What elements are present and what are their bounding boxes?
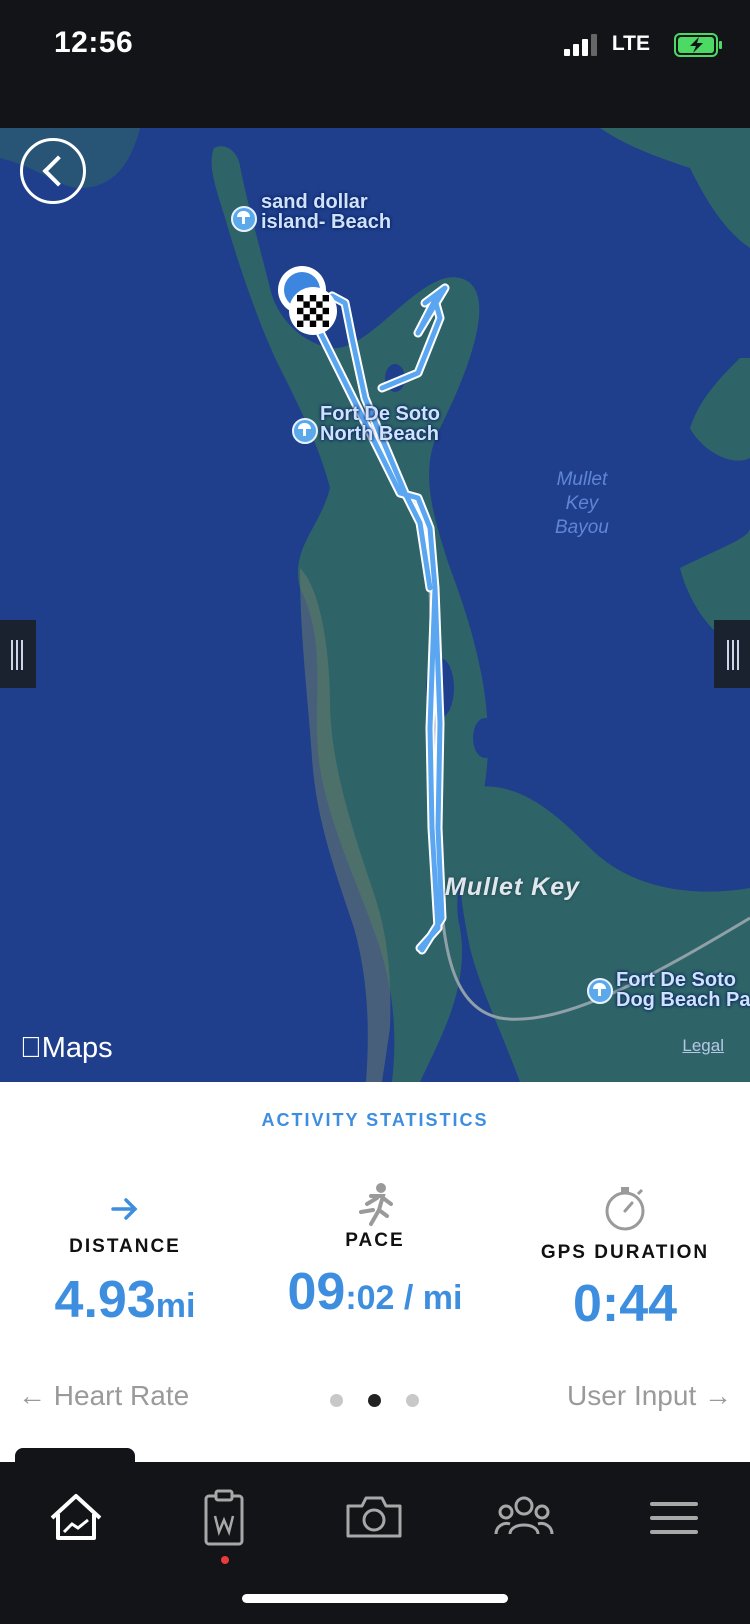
home-indicator[interactable]: [242, 1594, 508, 1603]
pace-stat: PACE 09:02 / mi: [250, 1182, 500, 1322]
back-button[interactable]: [20, 138, 86, 204]
legal-link[interactable]: Legal: [682, 1036, 724, 1056]
beach-poi-icon[interactable]: [587, 978, 613, 1004]
distance-stat: DISTANCE 4.93mi: [0, 1194, 250, 1330]
pager-dot[interactable]: [406, 1394, 419, 1407]
menu-icon[interactable]: [634, 1482, 714, 1552]
clipboard-icon[interactable]: [184, 1482, 264, 1552]
left-drag-handle[interactable]: [0, 620, 36, 688]
network-label: LTE: [611, 32, 650, 55]
runner-icon: [359, 1183, 393, 1226]
pace-value: 09:02 / mi: [287, 1263, 463, 1321]
notification-dot: [221, 1556, 229, 1564]
beach-poi-icon[interactable]: [231, 206, 257, 232]
community-icon[interactable]: [484, 1482, 564, 1552]
map-label-mullet-key-bayou: Mullet Key Bayou: [555, 469, 609, 538]
right-drag-handle[interactable]: [714, 620, 750, 688]
route-map[interactable]: sand dollar island- Beach Fort De Soto Nor…: [0, 128, 750, 1082]
status-time: 12:56: [54, 26, 134, 59]
battery-icon: [674, 33, 722, 57]
beach-poi-icon[interactable]: [292, 418, 318, 444]
tab-bar: [0, 1462, 750, 1624]
next-user-input-link[interactable]: User Input →: [567, 1380, 732, 1412]
pace-label: PACE: [345, 1230, 405, 1251]
map-label-fort-north-beach[interactable]: Fort De Soto North Beach: [320, 404, 440, 444]
map-label-mullet-key: Mullet Key: [445, 873, 581, 901]
maps-brand: Maps: [20, 1032, 113, 1064]
gps-duration-stat: GPS DURATION 0:44: [500, 1184, 750, 1334]
camera-icon[interactable]: [334, 1482, 414, 1552]
map-label-dog-beach[interactable]: Fort De Soto Dog Beach Pa: [616, 970, 750, 1010]
chevron-left-icon: [42, 155, 74, 187]
prev-heart-rate-link[interactable]: ← Heart Rate: [18, 1380, 189, 1412]
status-bar: 12:56 LTE: [0, 0, 750, 128]
stats-pager: ← Heart Rate User Input →: [0, 1380, 750, 1420]
distance-label: DISTANCE: [69, 1236, 181, 1257]
pager-dot[interactable]: [330, 1394, 343, 1407]
arrow-right-icon: [111, 1198, 138, 1220]
map-canvas: [0, 128, 750, 1082]
section-title: ACTIVITY STATISTICS: [261, 1110, 489, 1130]
distance-value: 4.93mi: [54, 1271, 196, 1329]
gps-duration-label: GPS DURATION: [540, 1242, 710, 1263]
stopwatch-icon: [605, 1187, 645, 1231]
gps-duration-value: 0:44: [572, 1275, 678, 1333]
signal-icon: [564, 34, 597, 56]
activity-statistics-panel: ACTIVITY STATISTICS DISTANCE 4.93mi PACE…: [0, 1082, 750, 1462]
home-icon[interactable]: [36, 1482, 116, 1552]
pager-dot-active[interactable]: [368, 1394, 381, 1407]
map-label-sand-dollar[interactable]: sand dollar island- Beach: [261, 192, 391, 232]
apple-logo-icon: : [20, 1032, 42, 1064]
